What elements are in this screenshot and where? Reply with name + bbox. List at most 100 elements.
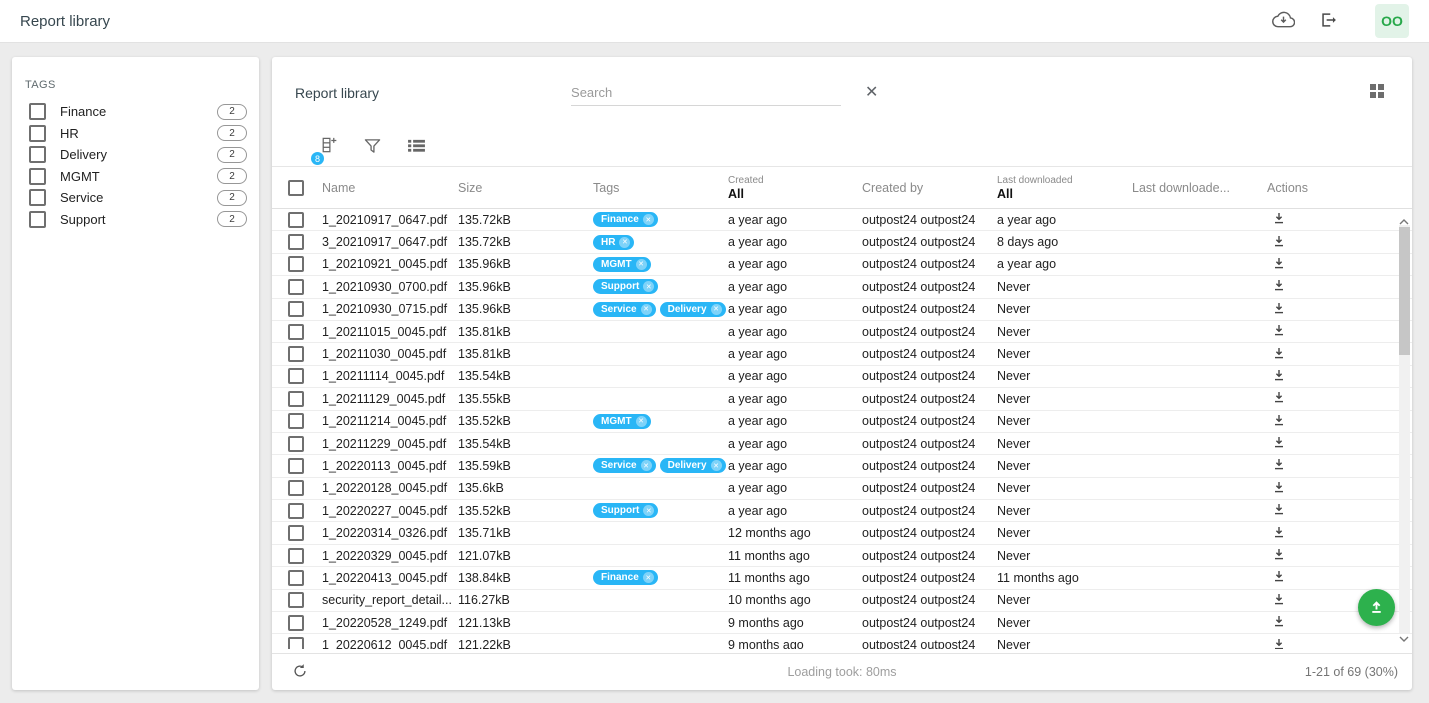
- sidebar-tag-item[interactable]: Finance2: [12, 101, 259, 123]
- logout-button[interactable]: [1319, 11, 1337, 32]
- download-button[interactable]: [1273, 458, 1285, 473]
- row-checkbox[interactable]: [288, 525, 304, 541]
- file-name: 1_20211030_0045.pdf: [322, 347, 458, 361]
- download-button[interactable]: [1273, 548, 1285, 563]
- tag-checkbox[interactable]: [29, 189, 46, 206]
- tag-chip[interactable]: Delivery✕: [660, 302, 726, 317]
- row-checkbox[interactable]: [288, 279, 304, 295]
- row-checkbox[interactable]: [288, 413, 304, 429]
- row-checkbox[interactable]: [288, 256, 304, 272]
- clear-search-button[interactable]: ✕: [865, 85, 878, 101]
- scroll-down-button[interactable]: [1399, 630, 1409, 645]
- row-checkbox[interactable]: [288, 637, 304, 649]
- row-checkbox[interactable]: [288, 570, 304, 586]
- download-button[interactable]: [1273, 235, 1285, 250]
- row-checkbox[interactable]: [288, 592, 304, 608]
- remove-tag-icon[interactable]: ✕: [711, 460, 722, 471]
- row-checkbox[interactable]: [288, 548, 304, 564]
- download-button[interactable]: [1273, 414, 1285, 429]
- download-button[interactable]: [1273, 570, 1285, 585]
- row-checkbox[interactable]: [288, 301, 304, 317]
- tag-chip[interactable]: HR✕: [593, 235, 634, 250]
- tag-checkbox[interactable]: [29, 146, 46, 163]
- created-filter-value[interactable]: All: [728, 187, 862, 201]
- column-header-name[interactable]: Name: [322, 181, 458, 195]
- remove-tag-icon[interactable]: ✕: [643, 572, 654, 583]
- select-all-checkbox[interactable]: [288, 180, 304, 196]
- search-input[interactable]: [571, 80, 841, 106]
- list-view-button[interactable]: [408, 138, 425, 156]
- sidebar-tag-item[interactable]: HR2: [12, 123, 259, 145]
- download-button[interactable]: [1273, 593, 1285, 608]
- row-checkbox[interactable]: [288, 458, 304, 474]
- remove-tag-icon[interactable]: ✕: [643, 505, 654, 516]
- column-header-created-by[interactable]: Created by: [862, 181, 997, 195]
- tag-chip[interactable]: Delivery✕: [660, 458, 726, 473]
- remove-tag-icon[interactable]: ✕: [641, 304, 652, 315]
- download-button[interactable]: [1273, 369, 1285, 384]
- remove-tag-icon[interactable]: ✕: [643, 281, 654, 292]
- scrollbar-thumb[interactable]: [1399, 227, 1410, 355]
- download-button[interactable]: [1273, 257, 1285, 272]
- download-button[interactable]: [1273, 302, 1285, 317]
- row-checkbox[interactable]: [288, 368, 304, 384]
- download-button[interactable]: [1273, 347, 1285, 362]
- tag-chip[interactable]: Finance✕: [593, 212, 658, 227]
- download-button[interactable]: [1273, 324, 1285, 339]
- tag-chip[interactable]: Support✕: [593, 279, 658, 294]
- tag-checkbox[interactable]: [29, 168, 46, 185]
- row-checkbox-cell: [272, 256, 322, 272]
- remove-tag-icon[interactable]: ✕: [636, 259, 647, 270]
- row-checkbox[interactable]: [288, 234, 304, 250]
- download-button[interactable]: [1273, 615, 1285, 630]
- download-button[interactable]: [1273, 279, 1285, 294]
- remove-tag-icon[interactable]: ✕: [636, 416, 647, 427]
- row-checkbox[interactable]: [288, 503, 304, 519]
- column-header-tags[interactable]: Tags: [593, 181, 728, 195]
- download-button[interactable]: [1273, 481, 1285, 496]
- tag-chip[interactable]: MGMT✕: [593, 257, 651, 272]
- row-checkbox[interactable]: [288, 391, 304, 407]
- remove-tag-icon[interactable]: ✕: [643, 214, 654, 225]
- filter-button[interactable]: [364, 138, 381, 157]
- row-checkbox[interactable]: [288, 324, 304, 340]
- sidebar-tag-item[interactable]: MGMT2: [12, 166, 259, 188]
- sidebar-tag-item[interactable]: Support2: [12, 209, 259, 231]
- sidebar-tag-item[interactable]: Delivery2: [12, 144, 259, 166]
- cloud-download-button[interactable]: [1272, 11, 1295, 31]
- remove-tag-icon[interactable]: ✕: [711, 304, 722, 315]
- column-header-created[interactable]: Created All: [728, 175, 862, 201]
- download-button[interactable]: [1273, 526, 1285, 541]
- row-checkbox[interactable]: [288, 480, 304, 496]
- download-button[interactable]: [1273, 212, 1285, 227]
- row-checkbox[interactable]: [288, 212, 304, 228]
- download-button[interactable]: [1273, 436, 1285, 451]
- upload-report-button[interactable]: [1358, 589, 1395, 626]
- remove-tag-icon[interactable]: ✕: [619, 237, 630, 248]
- grid-view-button[interactable]: [1370, 84, 1384, 101]
- tag-checkbox[interactable]: [29, 125, 46, 142]
- tag-chip[interactable]: Service✕: [593, 458, 656, 473]
- remove-tag-icon[interactable]: ✕: [641, 460, 652, 471]
- download-button[interactable]: [1273, 638, 1285, 649]
- user-avatar[interactable]: OO: [1375, 4, 1409, 38]
- download-button[interactable]: [1273, 391, 1285, 406]
- tag-checkbox[interactable]: [29, 211, 46, 228]
- select-columns-button[interactable]: 8: [318, 136, 337, 158]
- column-header-last-downloaded[interactable]: Last downloaded All: [997, 175, 1132, 201]
- column-header-last-downloaded-date[interactable]: Last downloade...: [1132, 181, 1267, 195]
- tag-chip[interactable]: Finance✕: [593, 570, 658, 585]
- tag-chip[interactable]: MGMT✕: [593, 414, 651, 429]
- column-header-size[interactable]: Size: [458, 181, 593, 195]
- tag-checkbox[interactable]: [29, 103, 46, 120]
- last-downloaded-filter-value[interactable]: All: [997, 187, 1132, 201]
- tag-chip[interactable]: Support✕: [593, 503, 658, 518]
- refresh-button[interactable]: [292, 663, 308, 682]
- download-button[interactable]: [1273, 503, 1285, 518]
- sidebar-tag-item[interactable]: Service2: [12, 187, 259, 209]
- row-checkbox[interactable]: [288, 436, 304, 452]
- tag-chip[interactable]: Service✕: [593, 302, 656, 317]
- row-checkbox[interactable]: [288, 615, 304, 631]
- row-checkbox[interactable]: [288, 346, 304, 362]
- scrollbar-track[interactable]: [1399, 225, 1410, 633]
